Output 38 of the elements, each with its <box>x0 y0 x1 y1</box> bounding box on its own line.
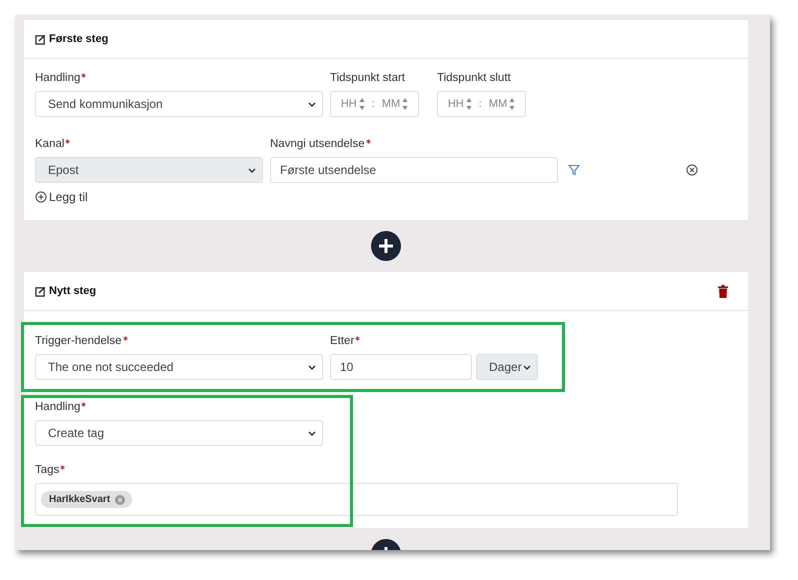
action-select[interactable]: Create tag <box>35 420 323 446</box>
step-title: Nytt steg <box>49 285 96 297</box>
after-field[interactable]: 10 <box>330 354 472 380</box>
field-label: Trigger-hendelse <box>35 334 122 348</box>
close-icon[interactable] <box>686 164 698 176</box>
field-label: Kanal <box>35 137 64 151</box>
name-field[interactable]: Første utsendelse <box>270 157 558 183</box>
spinner-icon[interactable] <box>358 97 365 111</box>
edit-icon[interactable] <box>35 286 46 296</box>
tags-field[interactable]: HarIkkeSvart <box>35 483 678 516</box>
add-step-icon[interactable] <box>370 230 402 262</box>
field-label: Tidspunkt start <box>330 71 406 85</box>
spinner-icon[interactable] <box>466 97 472 111</box>
chevron-down-icon <box>523 364 531 370</box>
field-label: Handling <box>35 71 80 85</box>
spinner-icon[interactable] <box>509 97 516 111</box>
time-field[interactable]: HH : MM <box>437 91 526 117</box>
add-link[interactable]: Legg til <box>35 190 88 204</box>
trash-icon[interactable] <box>718 285 728 298</box>
chevron-down-icon <box>308 102 316 106</box>
trigger-select[interactable]: The one not succeeded <box>35 354 323 380</box>
field-label: Tidspunkt slutt <box>437 71 512 85</box>
plus-circle-icon <box>35 191 47 203</box>
step-title: Første steg <box>49 33 108 45</box>
field-label: Etter <box>330 334 354 348</box>
filter-icon[interactable] <box>568 164 580 176</box>
field-label: Navngi utsendelse <box>270 137 365 151</box>
unit-select[interactable]: Dager <box>476 354 538 380</box>
action-select[interactable]: Send kommunikasjon <box>35 91 323 117</box>
time-field[interactable]: HH : MM <box>330 91 419 117</box>
tag-chip[interactable]: HarIkkeSvart <box>41 491 132 508</box>
edit-icon[interactable] <box>35 34 46 44</box>
field-label: Tags <box>35 463 60 477</box>
chevron-down-icon <box>248 168 256 172</box>
field-label: Handling <box>35 400 80 414</box>
chevron-down-icon <box>308 364 316 370</box>
chevron-down-icon <box>308 430 316 436</box>
spinner-icon[interactable] <box>402 97 408 111</box>
